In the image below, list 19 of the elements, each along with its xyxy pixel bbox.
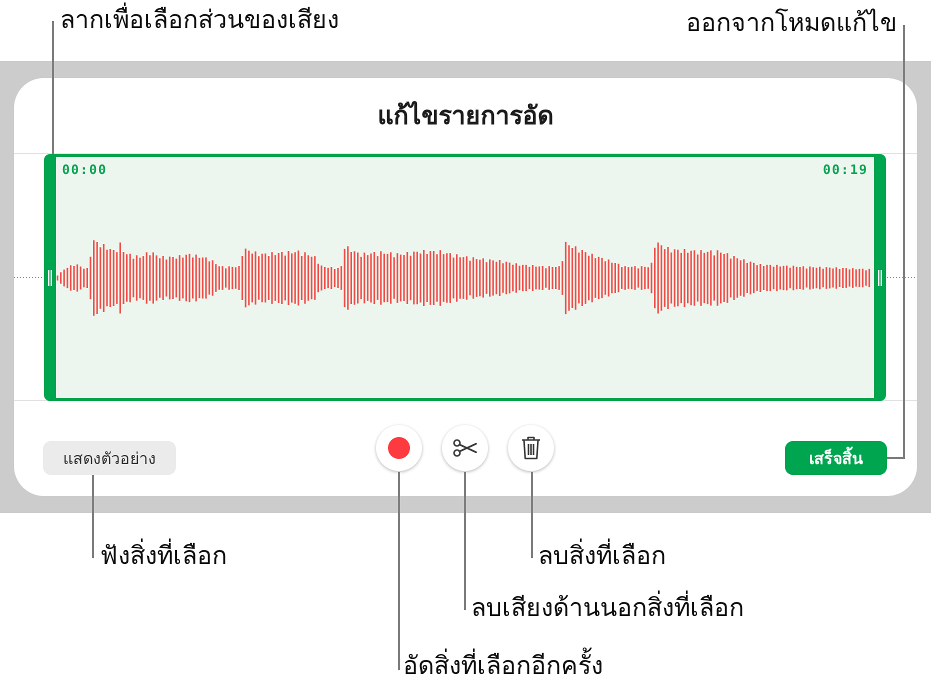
- record-icon: [388, 437, 410, 459]
- selection-handle[interactable]: [874, 154, 886, 401]
- trim-button[interactable]: [442, 425, 488, 471]
- start-time: 00:00: [62, 162, 108, 178]
- grip-icon: [48, 270, 52, 286]
- callout-text: ออกจากโหมดแก้ไข: [686, 8, 897, 38]
- callout-text: ลากเพื่อเลือกส่วนของเสียง: [60, 5, 339, 35]
- preview-button[interactable]: แสดงตัวอย่าง: [43, 441, 176, 475]
- callout-text: ลบเสียงด้านนอกสิ่งที่เลือก: [471, 593, 744, 623]
- dialog-title: แก้ไขรายการอัด: [378, 100, 554, 132]
- selection-handle[interactable]: [44, 154, 56, 401]
- trash-icon: [521, 436, 541, 460]
- record-button[interactable]: [376, 425, 422, 471]
- callout-text: ลบสิ่งที่เลือก: [538, 541, 666, 571]
- delete-button[interactable]: [508, 425, 554, 471]
- end-time: 00:19: [822, 162, 868, 178]
- grip-icon: [878, 270, 882, 286]
- scissors-icon: [453, 439, 477, 457]
- callout-text: ฟังสิ่งที่เลือก: [100, 541, 227, 571]
